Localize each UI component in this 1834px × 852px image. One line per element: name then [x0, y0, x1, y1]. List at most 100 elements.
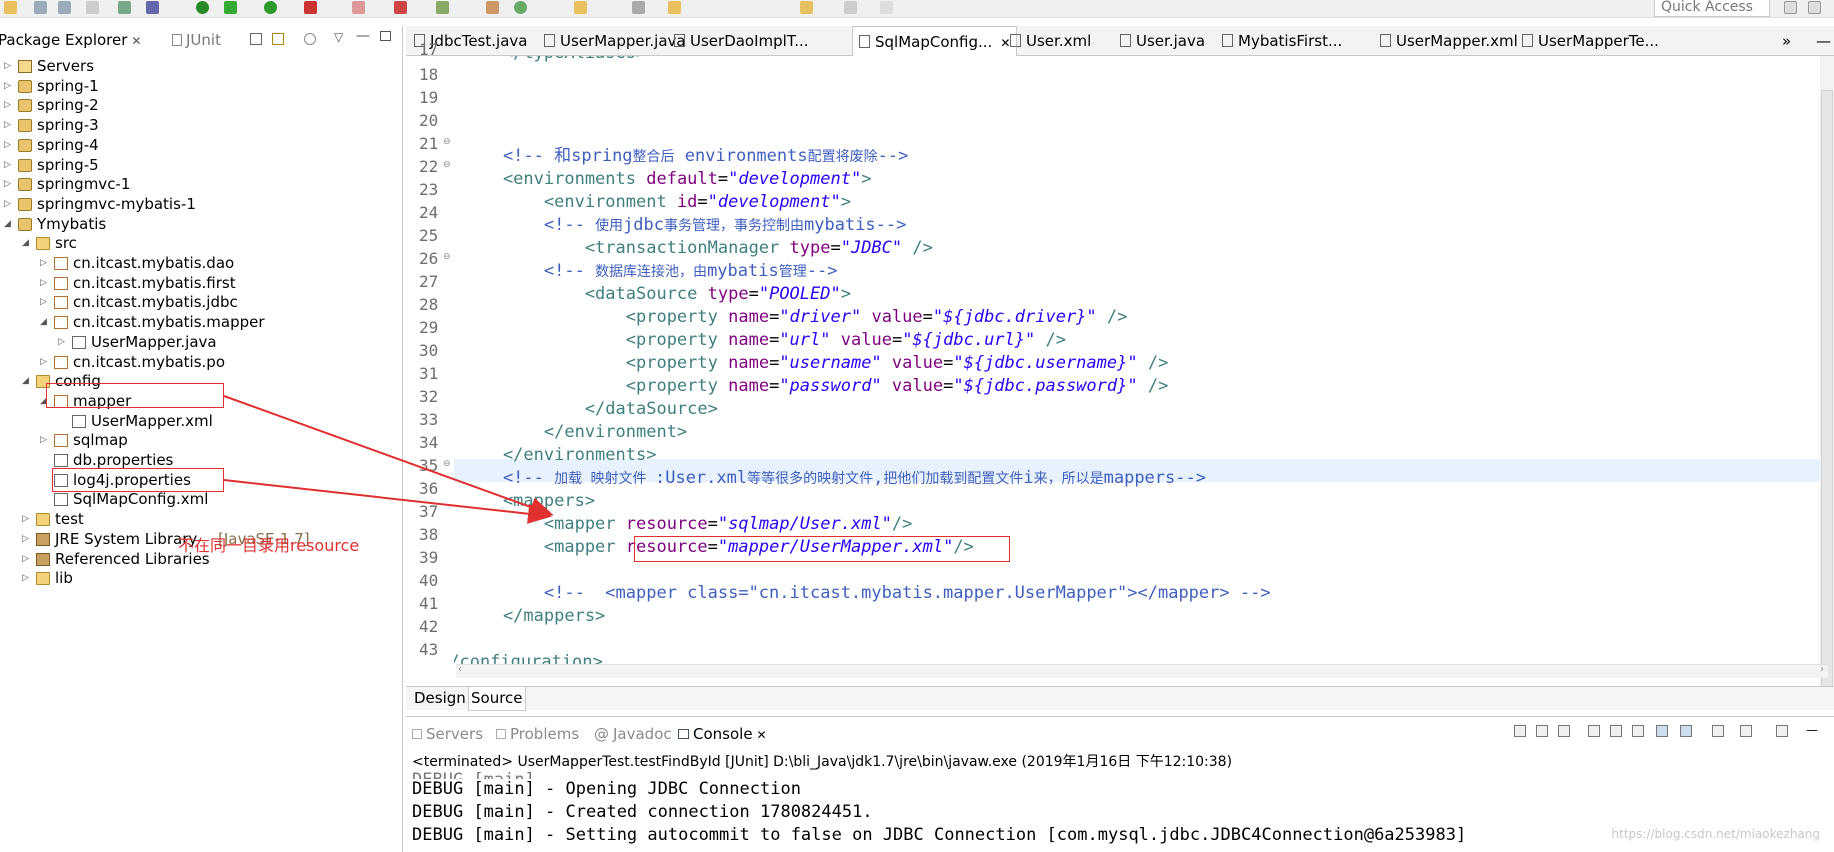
editor-tab[interactable]: MybatisFirst...: [1222, 32, 1342, 50]
print-icon[interactable]: [86, 1, 99, 14]
code-line: </environments>: [462, 445, 657, 465]
project-icon: [18, 158, 32, 172]
link-editor-icon[interactable]: [272, 33, 284, 45]
project-icon: [18, 79, 32, 93]
close-icon[interactable]: ✕: [757, 728, 767, 742]
scrollbar-thumb[interactable]: [1821, 90, 1833, 690]
code-line: <environments default="development">: [462, 169, 872, 189]
show-on-error-icon[interactable]: [1680, 725, 1692, 737]
editor-tab[interactable]: User.xml: [1010, 32, 1091, 50]
annotation-icon[interactable]: [668, 1, 681, 14]
comment-text: 来，所以是: [1033, 471, 1104, 487]
vertical-scrollbar[interactable]: [1820, 56, 1834, 690]
new-class-icon[interactable]: [514, 1, 527, 14]
save-all-icon[interactable]: [58, 1, 71, 14]
minimize-icon[interactable]: —: [1806, 723, 1818, 737]
open-type-icon[interactable]: [118, 1, 131, 14]
minimize-icon[interactable]: —: [1816, 32, 1831, 50]
collapse-all-icon[interactable]: [250, 33, 262, 45]
fold-toggle-icon[interactable]: ⊖: [443, 160, 451, 170]
code-line: <property name="driver" value="${jdbc.dr…: [462, 307, 1128, 327]
fold-toggle-icon[interactable]: ⊖: [443, 459, 451, 469]
editor-tab[interactable]: User.java: [1120, 32, 1205, 50]
expanded-arrow-icon[interactable]: ◢: [4, 213, 11, 236]
run-external-icon[interactable]: [304, 1, 317, 14]
remove-launch-icon[interactable]: [1536, 725, 1548, 737]
build-icon[interactable]: [146, 1, 159, 14]
tab-javadoc[interactable]: @ Javadoc: [594, 725, 672, 743]
open-console-icon[interactable]: [1776, 725, 1788, 737]
tab-junit[interactable]: JUnit: [172, 31, 221, 49]
clear-console-icon[interactable]: [1588, 725, 1600, 737]
tab-source[interactable]: Source: [468, 687, 526, 711]
scroll-right-icon[interactable]: ›: [1820, 664, 1824, 675]
new-server-icon[interactable]: [394, 1, 407, 14]
focus-icon[interactable]: [304, 33, 316, 45]
stop-icon[interactable]: [352, 1, 365, 14]
tab-package-explorer[interactable]: Package Explorer ✕: [0, 31, 141, 49]
java-file-icon: [1222, 34, 1233, 47]
editor-tab[interactable]: UserDaoImplT...: [674, 32, 809, 50]
view-menu-icon[interactable]: ▽: [334, 30, 343, 44]
terminate-icon[interactable]: [1514, 725, 1526, 737]
display-console-icon[interactable]: [1740, 725, 1752, 737]
java-perspective-icon[interactable]: [1808, 1, 1821, 14]
nav-right-icon[interactable]: [880, 1, 893, 14]
tab-servers[interactable]: Servers: [412, 725, 483, 743]
attr-value: "development": [707, 192, 841, 212]
tab-console[interactable]: Console ✕: [678, 725, 767, 743]
line-number: 29: [419, 318, 439, 337]
expanded-arrow-icon[interactable]: ◢: [22, 232, 29, 255]
collapsed-arrow-icon[interactable]: ▷: [40, 429, 47, 452]
collapsed-arrow-icon[interactable]: ▷: [22, 567, 29, 590]
tab-junit-label: JUnit: [186, 31, 221, 49]
tag: <property: [462, 353, 729, 373]
fold-toggle-icon[interactable]: ⊖: [443, 137, 451, 147]
save-icon[interactable]: [34, 1, 47, 14]
new-package-icon[interactable]: [486, 1, 499, 14]
annotation-text: 不在同一目录用resource: [178, 536, 360, 555]
editor-tab[interactable]: UserMapperTe...: [1522, 32, 1659, 50]
attr-value: "url": [779, 330, 831, 350]
close-icon[interactable]: ✕: [1000, 36, 1010, 50]
expanded-arrow-icon[interactable]: ◢: [40, 311, 47, 334]
editor-tab[interactable]: SqlMapConfig... ✕: [852, 26, 1018, 56]
more-tabs-icon[interactable]: »: [1782, 32, 1791, 50]
run-icon[interactable]: [264, 1, 277, 14]
project-icon: [18, 138, 32, 152]
code-line: <!-- 数据库连接池，由mybatis管理-->: [462, 260, 838, 284]
tab-design[interactable]: Design: [412, 687, 468, 711]
new-icon[interactable]: [4, 1, 17, 14]
forward-icon[interactable]: [844, 1, 857, 14]
minimize-icon[interactable]: —: [356, 28, 370, 44]
quick-access-input[interactable]: Quick Access: [1654, 0, 1770, 17]
close-icon[interactable]: ✕: [131, 34, 141, 48]
word-wrap-icon[interactable]: [1632, 725, 1644, 737]
editor-tab[interactable]: UserMapper.java: [544, 32, 686, 50]
show-on-output-icon[interactable]: [1656, 725, 1668, 737]
scroll-left-icon[interactable]: ‹: [458, 664, 462, 675]
new-java-project-icon[interactable]: [436, 1, 449, 14]
gear-icon[interactable]: [224, 1, 237, 14]
maximize-icon[interactable]: [380, 31, 391, 41]
tab-problems[interactable]: Problems: [496, 725, 579, 743]
search-icon[interactable]: [632, 1, 645, 14]
back-icon[interactable]: [800, 1, 813, 14]
comment-text: -->: [1175, 468, 1206, 488]
attr-value: "JDBC": [840, 238, 903, 258]
expanded-arrow-icon[interactable]: ◢: [22, 370, 29, 393]
fold-toggle-icon[interactable]: ⊖: [443, 252, 451, 262]
library-icon: [36, 532, 50, 546]
scroll-lock-icon[interactable]: [1610, 725, 1622, 737]
debug-icon[interactable]: [196, 1, 209, 14]
open-perspective-icon[interactable]: [1784, 1, 1797, 14]
code-area[interactable]: </typeAliases> <!-- 和spring整合后 environme…: [454, 56, 1834, 686]
code-line: <dataSource type="POOLED">: [462, 284, 851, 304]
remove-all-icon[interactable]: [1558, 725, 1570, 737]
editor-tab[interactable]: UserMapper.xml: [1380, 32, 1518, 50]
pin-console-icon[interactable]: [1712, 725, 1724, 737]
collapsed-arrow-icon[interactable]: ▷: [58, 331, 65, 354]
collapsed-arrow-icon[interactable]: ▷: [40, 351, 47, 374]
open-folder-icon[interactable]: [574, 1, 587, 14]
horizontal-scrollbar[interactable]: ‹ ›: [456, 664, 1828, 678]
